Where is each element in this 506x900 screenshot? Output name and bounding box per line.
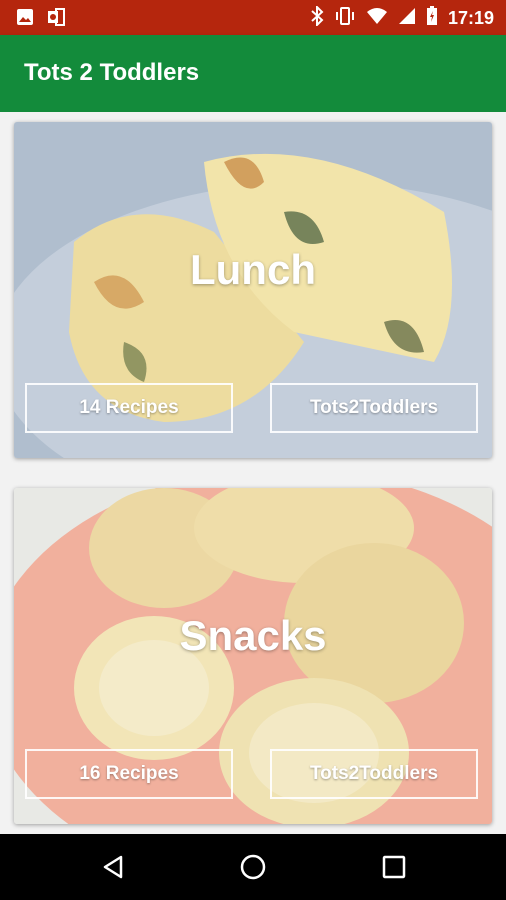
office-icon	[46, 8, 66, 31]
battery-icon	[426, 6, 438, 31]
card-title: Snacks	[179, 612, 327, 659]
category-card-snacks[interactable]: Snacks 16 Recipes Tots2Toddlers	[14, 488, 492, 824]
app-bar: Tots 2 Toddlers	[0, 35, 506, 112]
author-button[interactable]: Tots2Toddlers	[270, 383, 478, 433]
navigation-bar	[0, 834, 506, 900]
bluetooth-icon	[310, 4, 324, 31]
status-bar: 17:19	[0, 0, 506, 35]
image-icon	[16, 8, 34, 31]
recents-icon[interactable]	[374, 850, 414, 884]
home-icon[interactable]	[233, 850, 273, 884]
card-title: Lunch	[190, 246, 316, 293]
wifi-icon	[366, 7, 388, 30]
category-card-lunch[interactable]: Lunch 14 Recipes Tots2Toddlers	[14, 122, 492, 458]
back-icon[interactable]	[93, 850, 133, 884]
system-icons: 17:19	[310, 4, 494, 31]
author-button[interactable]: Tots2Toddlers	[270, 749, 478, 799]
recipes-count-button[interactable]: 16 Recipes	[25, 749, 233, 799]
app-title: Tots 2 Toddlers	[24, 59, 200, 86]
vibrate-icon	[334, 6, 356, 31]
status-time: 17:19	[447, 8, 494, 28]
notification-icons	[16, 8, 66, 31]
signal-icon	[398, 7, 416, 30]
category-list[interactable]: Lunch 14 Recipes Tots2Toddlers Snacks 16…	[0, 112, 506, 834]
recipes-count-button[interactable]: 14 Recipes	[25, 383, 233, 433]
